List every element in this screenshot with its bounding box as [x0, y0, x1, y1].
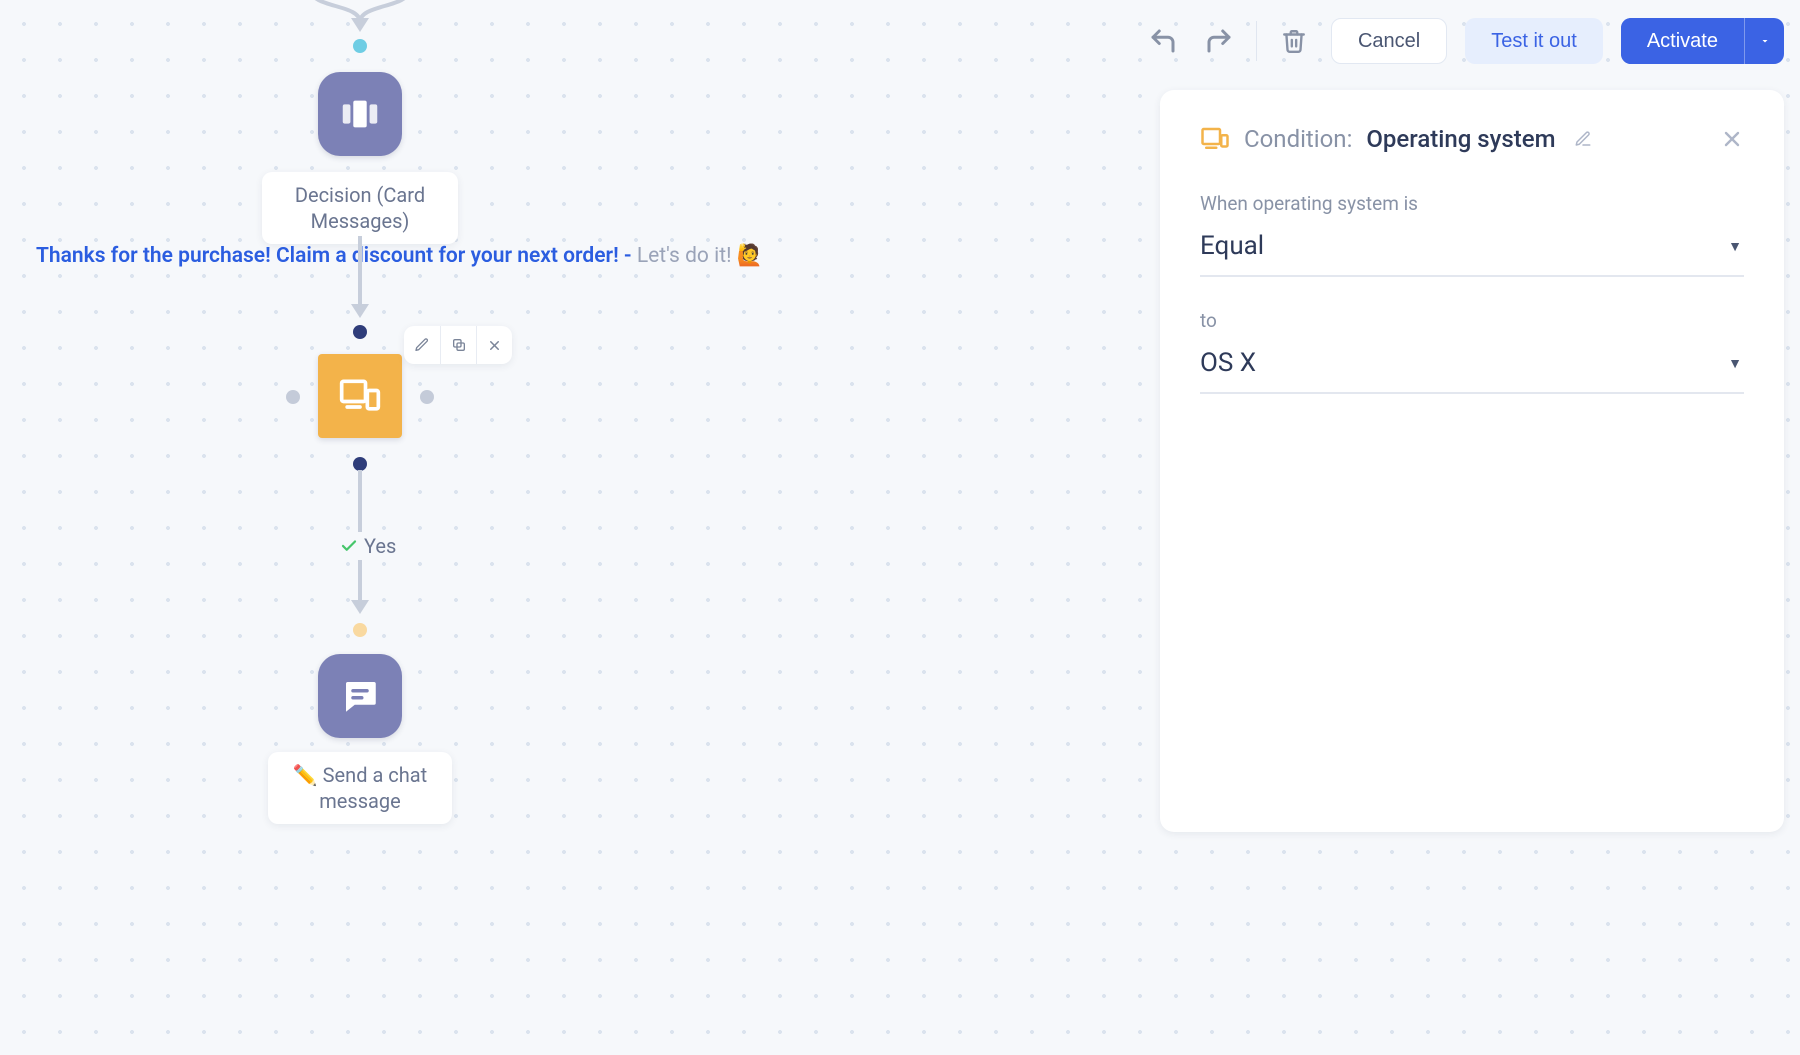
connector-dot [353, 325, 367, 339]
card-caption-light: Let's do it! 🙋 [637, 244, 763, 268]
connector-dot [353, 39, 367, 53]
chat-node[interactable] [318, 654, 402, 738]
chat-icon [339, 675, 381, 717]
undo-button[interactable] [1144, 22, 1182, 60]
card-caption-strong: Thanks for the purchase! Claim a discoun… [36, 244, 637, 268]
connector-line [358, 236, 362, 306]
condition-name: Operating system [1366, 125, 1555, 153]
devices-icon [338, 374, 382, 418]
devices-icon [1200, 124, 1230, 154]
close-panel-button[interactable] [1720, 127, 1744, 151]
condition-prefix: Condition: [1244, 125, 1352, 153]
activate-button[interactable]: Activate [1621, 18, 1744, 64]
value-caret-icon: ▼ [1728, 355, 1742, 372]
edit-condition-name-button[interactable] [1574, 130, 1592, 148]
connector-dot [353, 457, 367, 471]
card-caption: Thanks for the purchase! Claim a discoun… [36, 244, 763, 268]
condition-node[interactable] [318, 354, 402, 438]
value-label: to [1200, 309, 1744, 332]
panel-header: Condition: Operating system [1200, 124, 1744, 154]
value-value: OS X [1200, 348, 1256, 378]
node-anchor-right[interactable] [420, 390, 434, 404]
node-anchor-left[interactable] [286, 390, 300, 404]
node-delete-button[interactable] [476, 326, 512, 364]
condition-panel: Condition: Operating system When operati… [1160, 90, 1784, 832]
node-action-toolbar [404, 326, 512, 364]
branch-label-yes-text: Yes [364, 534, 396, 558]
delete-button[interactable] [1275, 22, 1313, 60]
activate-dropdown[interactable] [1744, 18, 1784, 64]
redo-button[interactable] [1200, 22, 1238, 60]
operator-label: When operating system is [1200, 192, 1744, 215]
arrowhead-icon [351, 18, 369, 32]
node-duplicate-button[interactable] [440, 326, 476, 364]
cancel-button[interactable]: Cancel [1331, 18, 1447, 64]
activate-button-group: Activate [1621, 18, 1784, 64]
toolbar-separator [1256, 21, 1257, 61]
cards-icon [337, 91, 383, 137]
arrowhead-icon [351, 304, 369, 318]
operator-value: Equal [1200, 231, 1264, 261]
operator-caret-icon: ▼ [1728, 238, 1742, 255]
branch-label-yes: Yes [334, 532, 402, 560]
node-edit-button[interactable] [404, 326, 440, 364]
test-button[interactable]: Test it out [1465, 18, 1603, 64]
chat-node-label: ✏️ Send a chat message [268, 752, 452, 824]
pencil-emoji-icon: ✏️ [293, 763, 318, 787]
value-select[interactable]: OS X ▼ [1200, 338, 1744, 394]
chat-node-label-text: Send a chat message [319, 763, 427, 813]
decision-node[interactable] [318, 72, 402, 156]
operator-select[interactable]: Equal ▼ [1200, 221, 1744, 277]
top-toolbar: Cancel Test it out Activate [1144, 18, 1784, 64]
arrowhead-icon [351, 600, 369, 614]
decision-node-label: Decision (Card Messages) [262, 172, 458, 244]
connector-dot [353, 623, 367, 637]
